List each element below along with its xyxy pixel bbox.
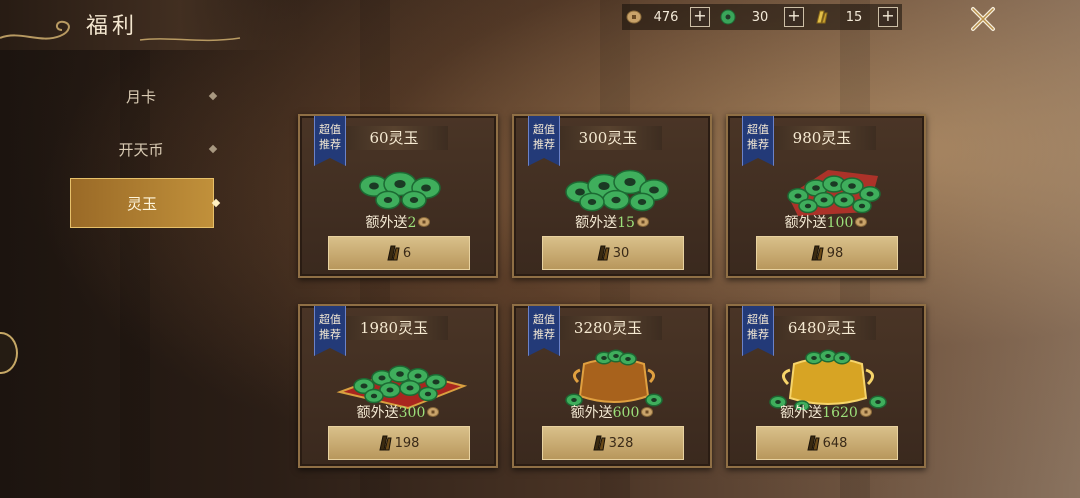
sidebar-item-kaitian-coin[interactable]: 开天币 bbox=[70, 127, 218, 171]
package-title: 980灵玉 bbox=[768, 126, 876, 150]
ribbon-line-1: 超值 bbox=[747, 313, 769, 326]
package-title: 300灵玉 bbox=[554, 126, 662, 150]
copper-coin-icon bbox=[626, 10, 642, 24]
bonus-amount: 300 bbox=[398, 405, 426, 421]
cloud-ornament-icon bbox=[0, 20, 241, 42]
bonus-prefix: 额外送 bbox=[570, 405, 613, 421]
gold-ingot-icon bbox=[592, 435, 606, 451]
bonus-prefix: 额外送 bbox=[356, 405, 399, 421]
page-title: 福利 bbox=[86, 14, 139, 39]
buy-button[interactable]: 6 bbox=[328, 236, 470, 270]
ribbon-line-2: 推荐 bbox=[319, 328, 341, 341]
package-title: 1980灵玉 bbox=[340, 316, 448, 340]
package-title: 60灵玉 bbox=[340, 126, 448, 150]
resource-ingot: 15 + bbox=[814, 4, 898, 30]
bonus-amount: 15 bbox=[617, 215, 635, 231]
gold-ingot-icon bbox=[387, 245, 400, 261]
buy-button[interactable]: 30 bbox=[542, 236, 684, 270]
jade-count: 30 bbox=[751, 9, 769, 25]
add-ingot-button[interactable]: + bbox=[878, 7, 898, 27]
ingot-count: 15 bbox=[845, 9, 863, 25]
bonus-amount: 2 bbox=[407, 215, 417, 231]
buy-button[interactable]: 198 bbox=[328, 426, 470, 460]
gold-ingot-icon bbox=[816, 10, 828, 24]
add-jade-button[interactable]: + bbox=[784, 7, 804, 27]
price-label: 648 bbox=[822, 435, 848, 451]
jade-icon bbox=[720, 9, 736, 25]
copper-coin-icon bbox=[427, 407, 440, 417]
ribbon-line-1: 超值 bbox=[319, 313, 341, 326]
copper-coin-icon bbox=[641, 407, 654, 417]
gold-ingot-icon bbox=[811, 245, 824, 261]
ribbon-line-2: 推荐 bbox=[747, 138, 769, 151]
buy-button[interactable]: 648 bbox=[756, 426, 898, 460]
bonus-prefix: 额外送 bbox=[575, 215, 618, 231]
jade-coins-on-cloth-icon bbox=[787, 170, 881, 216]
bonus-text: 额外送300 bbox=[300, 402, 496, 422]
jade-package-card[interactable]: 60灵玉 超值 推荐 额外送2 6 bbox=[298, 114, 498, 278]
bonus-amount: 600 bbox=[612, 405, 640, 421]
price-label: 98 bbox=[826, 245, 844, 261]
copper-coin-icon bbox=[636, 217, 649, 227]
price-label: 198 bbox=[394, 435, 420, 451]
sidebar-item-label: 灵玉 bbox=[126, 194, 157, 213]
bonus-amount: 100 bbox=[826, 215, 854, 231]
jade-package-card[interactable]: 1980灵玉 超值 推荐 额外送300 198 bbox=[298, 304, 498, 468]
jade-gold-pot-icon bbox=[769, 349, 887, 410]
close-icon bbox=[971, 7, 995, 31]
ribbon-line-2: 推荐 bbox=[319, 138, 341, 151]
package-title: 3280灵玉 bbox=[554, 316, 662, 340]
jade-package-card[interactable]: 6480灵玉 超值 推荐 额外送1620 648 bbox=[726, 304, 926, 468]
sidebar-item-monthly-card[interactable]: 月卡 bbox=[70, 74, 218, 118]
buy-button[interactable]: 328 bbox=[542, 426, 684, 460]
close-button[interactable] bbox=[966, 2, 1000, 36]
bonus-amount: 1620 bbox=[822, 405, 858, 421]
jade-package-card[interactable]: 980灵玉 超值 推荐 额外送100 98 bbox=[726, 114, 926, 278]
sidebar-item-label: 月卡 bbox=[125, 87, 156, 106]
ribbon-line-1: 超值 bbox=[319, 123, 341, 136]
jade-package-card[interactable]: 3280灵玉 超值 推荐 额外送600 328 bbox=[512, 304, 712, 468]
buy-button[interactable]: 98 bbox=[756, 236, 898, 270]
resource-jade: 30 + bbox=[720, 4, 804, 30]
sidebar-item-jade[interactable]: 灵玉 bbox=[70, 178, 221, 228]
gold-ingot-icon bbox=[806, 435, 820, 451]
copper-coin-icon bbox=[418, 217, 431, 227]
gold-ingot-icon bbox=[378, 435, 392, 451]
bonus-prefix: 额外送 bbox=[780, 405, 823, 421]
jade-package-card[interactable]: 300灵玉 超值 推荐 额外送15 30 bbox=[512, 114, 712, 278]
ribbon-line-1: 超值 bbox=[533, 123, 555, 136]
sidebar-item-label: 开天币 bbox=[118, 140, 164, 159]
bonus-prefix: 额外送 bbox=[365, 215, 408, 231]
bonus-text: 额外送1620 bbox=[728, 402, 924, 422]
price-label: 328 bbox=[608, 435, 634, 451]
bonus-text: 额外送2 bbox=[300, 212, 496, 232]
ribbon-line-1: 超值 bbox=[533, 313, 555, 326]
bonus-text: 额外送100 bbox=[728, 212, 924, 232]
price-label: 30 bbox=[612, 245, 630, 261]
bonus-text: 额外送600 bbox=[514, 402, 710, 422]
ribbon-line-2: 推荐 bbox=[533, 138, 555, 151]
gold-ingot-icon bbox=[597, 245, 610, 261]
jade-bronze-pot-icon bbox=[565, 349, 663, 407]
ribbon-line-1: 超值 bbox=[747, 123, 769, 136]
resource-copper: 476 + bbox=[626, 4, 710, 30]
copper-coin-icon bbox=[859, 407, 872, 417]
copper-count: 476 bbox=[653, 9, 679, 25]
jade-coins-pile-icon bbox=[565, 169, 669, 212]
copper-coin-icon bbox=[855, 217, 868, 227]
price-label: 6 bbox=[402, 245, 412, 261]
jade-coins-tray-icon bbox=[336, 365, 468, 410]
bonus-text: 额外送15 bbox=[514, 212, 710, 232]
title-banner: 福利 bbox=[0, 0, 300, 50]
bonus-prefix: 额外送 bbox=[784, 215, 827, 231]
ribbon-line-2: 推荐 bbox=[533, 328, 555, 341]
add-copper-button[interactable]: + bbox=[690, 7, 710, 27]
jade-coins-small-icon bbox=[359, 171, 441, 210]
ribbon-line-2: 推荐 bbox=[747, 328, 769, 341]
package-title: 6480灵玉 bbox=[768, 316, 876, 340]
